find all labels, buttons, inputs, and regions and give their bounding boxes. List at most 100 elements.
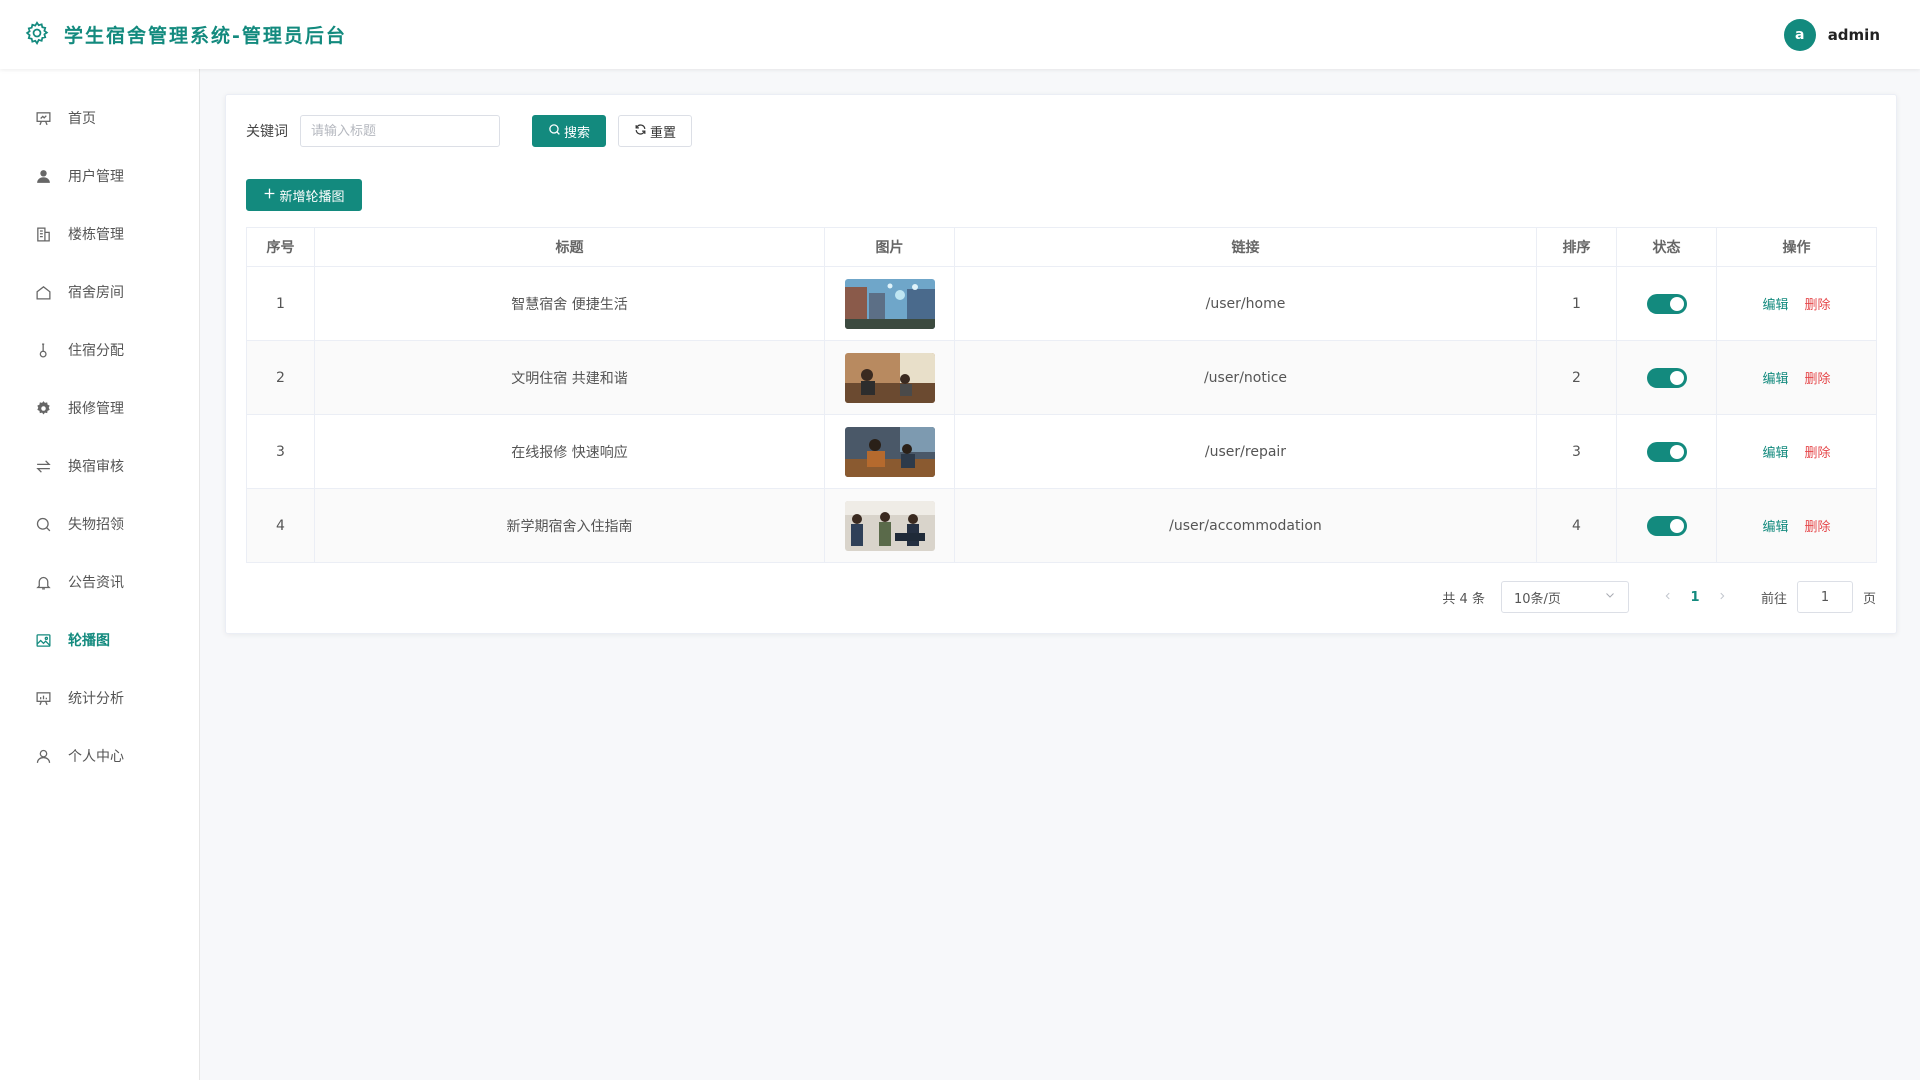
carousel-thumbnail[interactable] (844, 278, 935, 329)
sidebar-item-label: 统计分析 (68, 691, 124, 707)
cell-status (1616, 266, 1717, 341)
sidebar-item-label: 首页 (68, 111, 96, 127)
cell-link: /user/repair (954, 414, 1537, 489)
sidebar-item-label: 报修管理 (68, 401, 124, 417)
gear-icon (34, 399, 52, 417)
top-header: 学生宿舍管理系统-管理员后台 a admin (0, 0, 1920, 69)
cell-sort: 4 (1536, 488, 1617, 563)
username[interactable]: admin (1828, 26, 1880, 44)
plus-icon (263, 187, 276, 204)
column-header-title: 标题 (314, 227, 825, 267)
reset-button-label: 重置 (649, 125, 676, 141)
carousel-card: 关键词 搜索 重置 新增轮播图 (225, 94, 1897, 634)
add-button-label: 新增轮播图 (279, 189, 345, 205)
sidebar-item-repairs[interactable]: 报修管理 (0, 379, 199, 437)
sidebar-item-statistics[interactable]: 统计分析 (0, 669, 199, 727)
status-toggle[interactable] (1646, 515, 1687, 536)
carousel-thumbnail[interactable] (844, 500, 935, 551)
search-bar: 关键词 搜索 重置 (246, 115, 1876, 147)
main-content: 关键词 搜索 重置 新增轮播图 (200, 69, 1920, 1080)
page-number-current[interactable]: 1 (1681, 590, 1709, 605)
search-button-label: 搜索 (563, 125, 590, 141)
add-carousel-button[interactable]: 新增轮播图 (246, 179, 362, 211)
status-toggle[interactable] (1646, 293, 1687, 314)
toggle-knob (1669, 444, 1684, 459)
sidebar-item-label: 个人中心 (68, 749, 124, 765)
sidebar-item-label: 换宿审核 (68, 459, 124, 475)
user-menu[interactable]: a admin (1783, 18, 1880, 51)
column-header-sort: 排序 (1536, 227, 1617, 267)
delete-link[interactable]: 删除 (1805, 372, 1831, 387)
cell-actions: 编辑 删除 (1716, 488, 1877, 563)
sidebar-item-lost-found[interactable]: 失物招领 (0, 495, 199, 553)
cell-image (824, 488, 955, 563)
cell-status (1616, 488, 1717, 563)
search-button[interactable]: 搜索 (532, 115, 606, 147)
sidebar-item-label: 公告资讯 (68, 575, 124, 591)
sidebar-item-label: 宿舍房间 (68, 285, 124, 301)
cell-title: 文明住宿 共建和谐 (314, 340, 825, 415)
bell-icon (34, 573, 52, 591)
sidebar-item-label: 楼栋管理 (68, 227, 124, 243)
sidebar-item-home[interactable]: 首页 (0, 89, 199, 147)
cell-index: 3 (246, 414, 315, 489)
sidebar-item-users[interactable]: 用户管理 (0, 147, 199, 205)
chart-board-icon (34, 689, 52, 707)
page-size-select[interactable]: 10条/页 (1500, 581, 1629, 613)
house-icon (34, 283, 52, 301)
delete-link[interactable]: 删除 (1805, 446, 1831, 461)
keyword-label: 关键词 (246, 124, 288, 140)
cell-title: 智慧宿舍 便捷生活 (314, 266, 825, 341)
cell-sort: 1 (1536, 266, 1617, 341)
gear-icon (24, 20, 50, 50)
chevron-right-icon (1720, 592, 1725, 600)
presentation-board-icon (34, 109, 52, 127)
cell-actions: 编辑 删除 (1716, 340, 1877, 415)
chevron-down-icon (1604, 589, 1616, 605)
search-icon (34, 515, 52, 533)
delete-link[interactable]: 删除 (1805, 298, 1831, 313)
table-header-row: 序号 标题 图片 链接 排序 状态 操作 (246, 227, 1877, 267)
prev-page-button[interactable] (1655, 589, 1681, 605)
edit-link[interactable]: 编辑 (1762, 298, 1788, 313)
page-size-value: 10条/页 (1513, 591, 1561, 607)
sidebar-item-profile[interactable]: 个人中心 (0, 727, 199, 785)
toggle-knob (1669, 296, 1684, 311)
carousel-thumbnail[interactable] (844, 352, 935, 403)
delete-link[interactable]: 删除 (1805, 520, 1831, 535)
sidebar-item-buildings[interactable]: 楼栋管理 (0, 205, 199, 263)
keyword-input[interactable] (300, 115, 500, 147)
cell-image (824, 340, 955, 415)
sidebar-item-rooms[interactable]: 宿舍房间 (0, 263, 199, 321)
status-toggle[interactable] (1646, 367, 1687, 388)
user-solid-icon (34, 167, 52, 185)
next-page-button[interactable] (1709, 589, 1735, 605)
column-header-link: 链接 (954, 227, 1537, 267)
sidebar-item-label: 轮播图 (68, 633, 110, 649)
status-toggle[interactable] (1646, 441, 1687, 462)
avatar[interactable]: a (1783, 18, 1816, 51)
sidebar: 首页 用户管理 楼栋管理 宿舍房间 住宿分配 报修管理 换宿审核 失物招领 公告… (0, 69, 200, 1080)
sidebar-item-carousel[interactable]: 轮播图 (0, 611, 199, 669)
thermometer-icon (34, 341, 52, 359)
sidebar-item-allocation[interactable]: 住宿分配 (0, 321, 199, 379)
cell-index: 4 (246, 488, 315, 563)
cell-title: 新学期宿舍入住指南 (314, 488, 825, 563)
column-header-status: 状态 (1616, 227, 1717, 267)
cell-link: /user/accommodation (954, 488, 1537, 563)
sidebar-item-announcements[interactable]: 公告资讯 (0, 553, 199, 611)
table-row: 4 新学期宿舍入住指南 /user/accommodation 4 编辑 删除 (246, 488, 1877, 563)
edit-link[interactable]: 编辑 (1762, 372, 1788, 387)
table-row: 2 文明住宿 共建和谐 /user/notice 2 编辑 删除 (246, 340, 1877, 415)
sidebar-item-swap-review[interactable]: 换宿审核 (0, 437, 199, 495)
cell-image (824, 266, 955, 341)
edit-link[interactable]: 编辑 (1762, 520, 1788, 535)
cell-sort: 3 (1536, 414, 1617, 489)
edit-link[interactable]: 编辑 (1762, 446, 1788, 461)
cell-link: /user/home (954, 266, 1537, 341)
reset-button[interactable]: 重置 (618, 115, 692, 147)
pagination: 共 4 条 10条/页 1 前往 页 (246, 581, 1876, 613)
user-outline-icon (34, 747, 52, 765)
carousel-thumbnail[interactable] (844, 426, 935, 477)
goto-page-input[interactable] (1796, 581, 1853, 613)
